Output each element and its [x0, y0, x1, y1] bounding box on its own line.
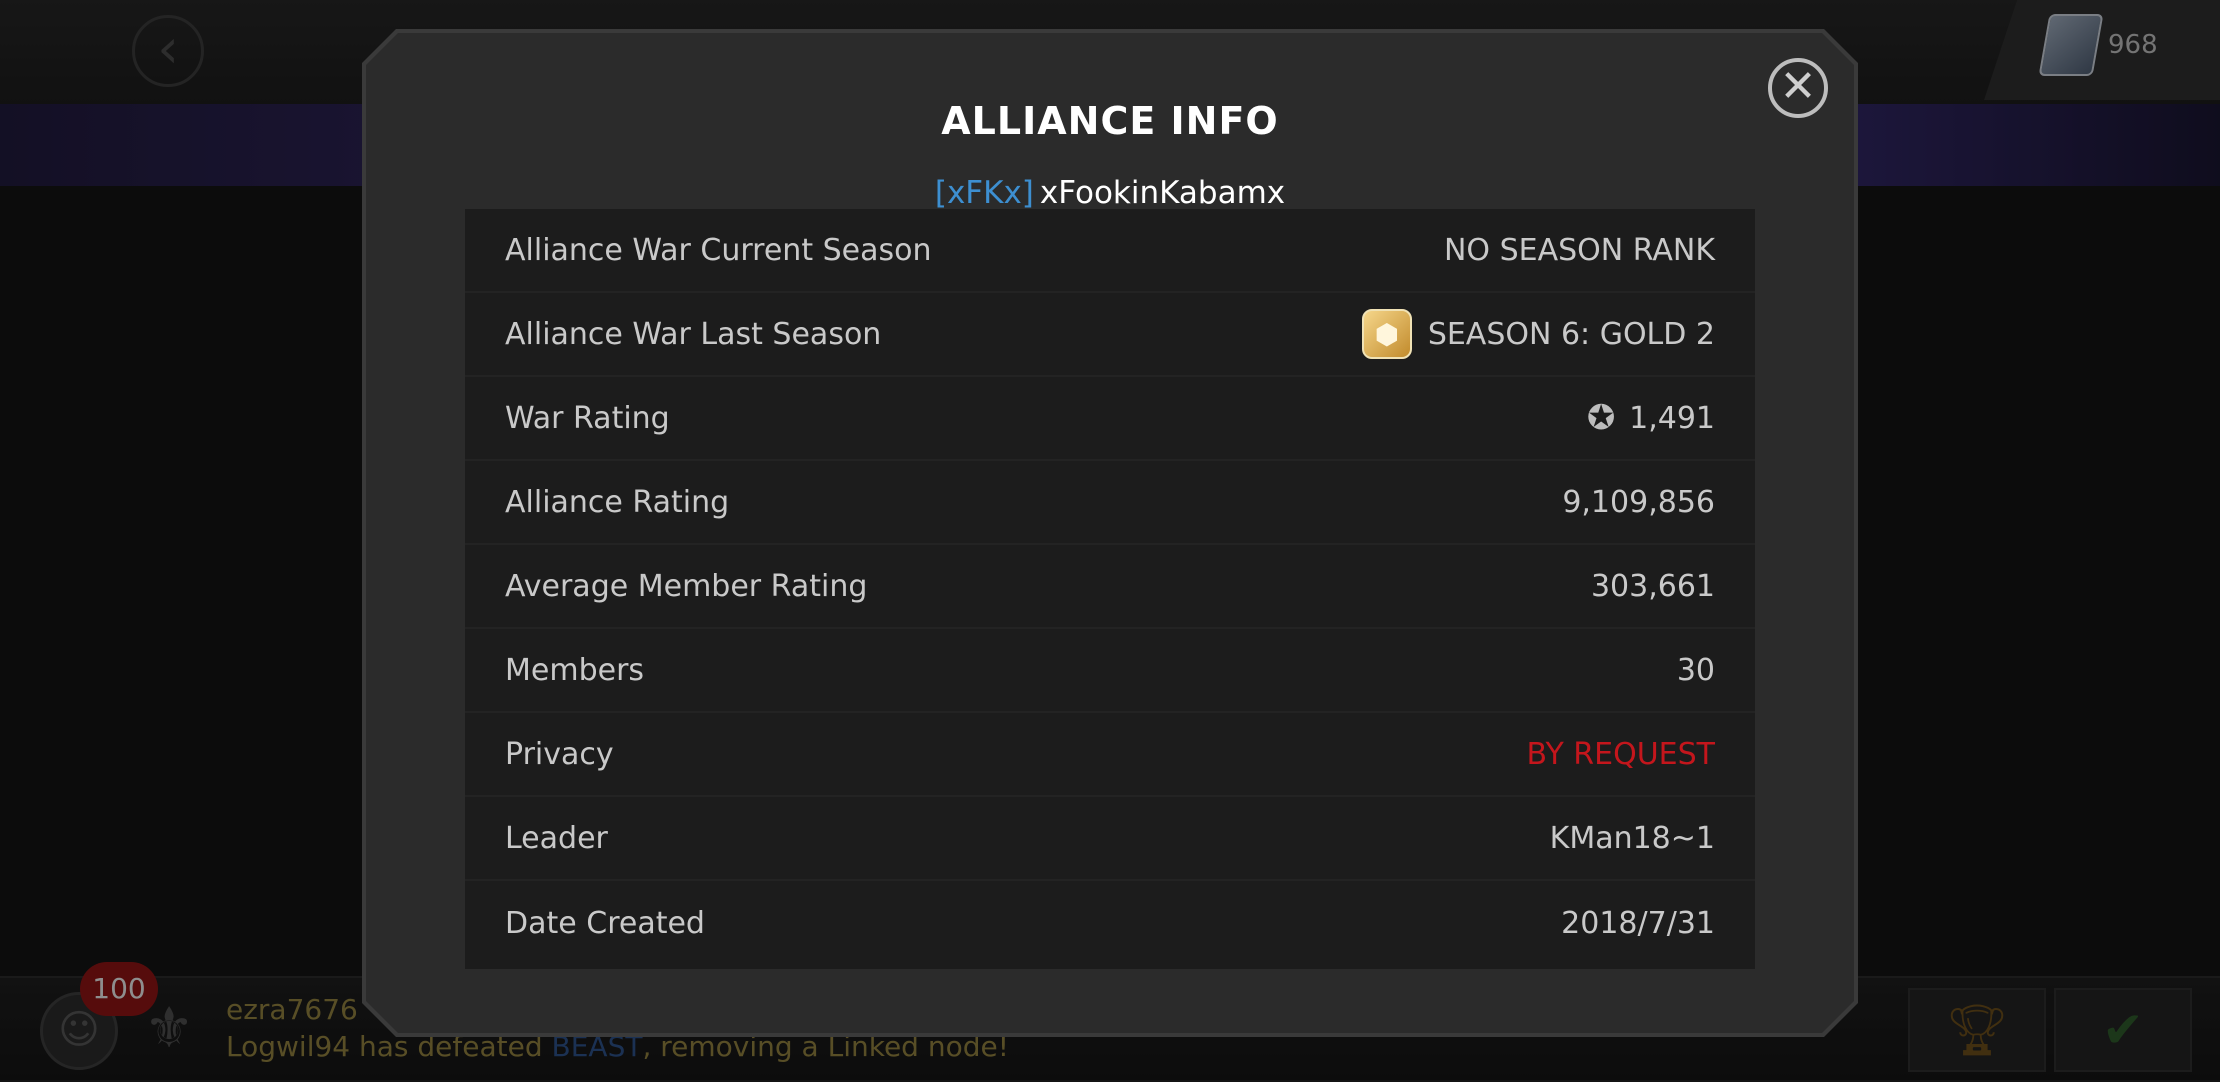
row-value-wrapper: ⬢ SEASON 6: GOLD 2 [1361, 309, 1715, 359]
close-button[interactable]: ✕ [1768, 58, 1828, 118]
war-rating-icon: ✪ [1586, 398, 1616, 438]
row-value: KMan18~1 [1549, 820, 1715, 856]
info-row-war-rating: War Rating ✪ 1,491 [465, 377, 1755, 461]
row-label: Alliance War Last Season [505, 316, 882, 352]
alliance-tag: [xFKx] [934, 175, 1034, 211]
row-value-wrapper: ✪ 1,491 [1579, 398, 1715, 438]
row-value: SEASON 6: GOLD 2 [1427, 316, 1715, 352]
info-row-current-season: Alliance War Current Season NO SEASON RA… [465, 209, 1755, 293]
row-label: Leader [505, 820, 608, 856]
row-label: War Rating [505, 400, 670, 436]
row-value: 30 [1676, 652, 1715, 688]
row-value: BY REQUEST [1526, 736, 1716, 772]
row-value: 1,491 [1629, 400, 1715, 436]
row-label: Average Member Rating [505, 568, 868, 604]
info-table: Alliance War Current Season NO SEASON RA… [465, 209, 1755, 969]
alliance-name-text: xFookinKabamx [1039, 175, 1286, 211]
gold-tier-icon: ⬢ [1361, 309, 1412, 359]
row-label: Privacy [505, 736, 614, 772]
info-row-leader: Leader KMan18~1 [465, 797, 1755, 881]
info-row-members: Members 30 [465, 629, 1755, 713]
row-value: 303,661 [1590, 568, 1715, 604]
row-value: NO SEASON RANK [1443, 232, 1715, 268]
row-value: 2018/7/31 [1561, 905, 1715, 941]
alliance-name: [xFKx] xFookinKabamx [366, 175, 1854, 211]
row-label: Alliance War Current Season [505, 232, 932, 268]
row-value: 9,109,856 [1562, 484, 1715, 520]
modal-title: ALLIANCE INFO [941, 99, 1279, 143]
row-label: Members [505, 652, 645, 688]
info-row-average-member-rating: Average Member Rating 303,661 [465, 545, 1755, 629]
info-row-last-season: Alliance War Last Season ⬢ SEASON 6: GOL… [465, 293, 1755, 377]
close-icon: ✕ [1779, 61, 1817, 112]
row-label: Alliance Rating [505, 484, 730, 520]
row-label: Date Created [505, 905, 705, 941]
info-row-privacy: Privacy BY REQUEST [465, 713, 1755, 797]
info-row-alliance-rating: Alliance Rating 9,109,856 [465, 461, 1755, 545]
info-row-date-created: Date Created 2018/7/31 [465, 881, 1755, 965]
